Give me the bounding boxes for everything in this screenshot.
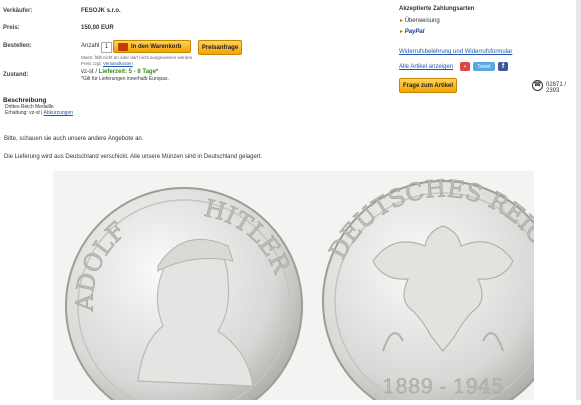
seller-name: FESOJK s.r.o. [81,8,121,14]
price-label: Preis: [3,25,20,31]
condition-row: vz-st / Lieferzeit: 5 - 8 Tage* [81,69,158,75]
ask-question-button[interactable]: Frage zum Artikel [399,78,457,93]
condition-text: Erhaltung: vz-st | [5,110,44,116]
abbreviations-link[interactable]: Abkürzungen [44,110,73,116]
cart-icon [118,42,128,51]
delivery-note: *Gilt für Lieferungen innerhalb Europas. [81,76,169,82]
withdrawal-link[interactable]: Widerrufsbelehrung und Widerrufsformular [399,49,512,55]
payment-title: Akzeptierte Zahlungsarten [399,6,475,12]
payment-bank: ▸ Überweisung [400,17,440,24]
tweet-label: Tweet [477,63,491,70]
share-icon[interactable]: + [460,62,470,71]
coin-illustration: ADOLF HITLER DEUTSCHES REICH 1889 - 1945 [65,174,565,405]
coin-reverse: DEUTSCHES REICH 1889 - 1945 [322,174,565,405]
shipping-text: Die Lieferung wird aus Deutschland versc… [4,154,263,160]
phone-icon: ☎ [532,80,543,91]
condition-prefix: vz-st / [81,69,99,75]
order-label: Bestellen: [3,43,32,49]
seller-label: Verkäufer: [3,8,33,14]
price-request-button[interactable]: Preisanfrage [198,40,242,55]
delivery-time: Lieferzeit: 5 - 8 Tage* [98,69,159,75]
coin-photo: ADOLF HITLER DEUTSCHES REICH 1889 - 1945 [53,171,565,405]
right-edge-divider [576,0,581,400]
qty-input[interactable]: 1 [101,42,112,53]
tweet-button[interactable]: Tweet [473,62,495,71]
bank-transfer-label: Überweisung [404,18,440,24]
description-line2: Erhaltung: vz-st | Abkürzungen [5,110,73,116]
qty-label: Anzahl [81,43,100,49]
shipping-costs-link[interactable]: Versandkosten [103,61,133,66]
add-to-cart-label: In den Warenkorb [131,43,182,50]
description-title: Beschreibung [3,97,47,104]
price-value: 150,00 EUR [81,25,114,31]
vat-note: MwSt. fällt nicht an oder darf nicht aus… [81,55,194,60]
add-to-cart-button[interactable]: In den Warenkorb [113,40,191,53]
all-items-link[interactable]: Alle Artikel anzeigen [399,64,453,70]
shipping-note: Preis zzgl. Versandkosten [81,61,133,66]
coin-obverse: ADOLF HITLER [65,187,303,405]
payment-paypal: ▸ PayPal [400,28,424,35]
shipping-note-prefix: Preis zzgl. [81,61,104,66]
facebook-icon[interactable]: f [498,62,508,71]
reverse-years: 1889 - 1945 [382,374,503,398]
paypal-logo: PayPal [404,29,425,35]
condition-label: Zustand: [3,72,29,78]
other-offers-text: Bitte, schauen sie auch unsere andere An… [4,136,144,142]
